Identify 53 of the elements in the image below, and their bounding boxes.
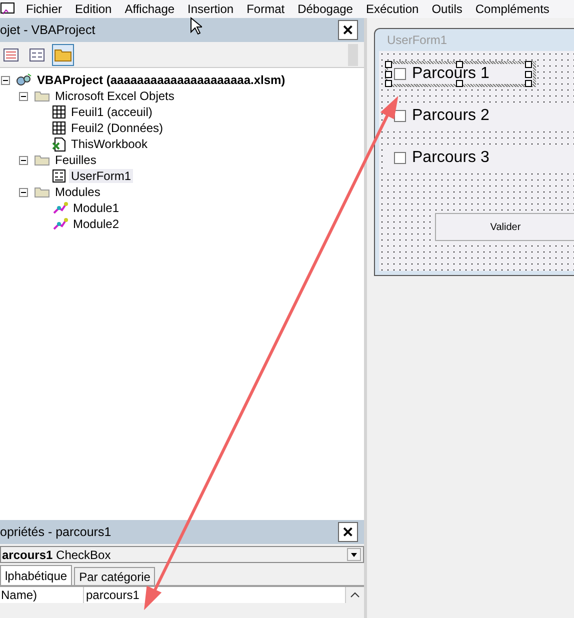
code-view-icon — [3, 48, 19, 62]
close-button[interactable]: ✕ — [338, 20, 358, 40]
tree-item[interactable]: Module1 — [71, 201, 122, 215]
valider-button[interactable]: Valider — [435, 213, 574, 241]
toolbar-grip[interactable] — [348, 44, 358, 66]
dropdown-button[interactable] — [347, 548, 361, 561]
module-icon — [52, 201, 68, 215]
form-view-icon — [29, 48, 45, 62]
menu-item[interactable]: Compléments — [473, 2, 560, 16]
tab[interactable]: Par catégorie — [74, 567, 156, 585]
tree-item[interactable]: Microsoft Excel Objets — [53, 89, 176, 103]
menu-item[interactable]: Format — [244, 2, 296, 16]
menu-item[interactable]: Fichier — [24, 2, 74, 16]
pane-title: opriétés - parcours1 — [0, 525, 112, 539]
form-title: UserForm1 — [386, 32, 448, 49]
menu-item[interactable]: Outils — [430, 2, 474, 16]
object-dropdown[interactable]: arcours1 CheckBox — [0, 546, 364, 563]
menu-item[interactable]: Affichage — [122, 2, 186, 16]
toolbar-button[interactable] — [52, 44, 74, 66]
pane-title: ojet - VBAProject — [0, 23, 96, 37]
workbook-icon — [52, 136, 66, 152]
sheet-icon — [52, 121, 66, 135]
tree-item[interactable]: ThisWorkbook — [69, 137, 150, 151]
collapse-icon[interactable] — [1, 76, 10, 84]
menu-item[interactable]: Edition — [73, 2, 123, 16]
tree-item[interactable]: Feuil2 (Données) — [69, 121, 166, 135]
collapse-icon[interactable] — [19, 156, 28, 164]
tree-item[interactable]: Modules — [53, 185, 102, 199]
menu-item[interactable]: Insertion — [186, 2, 245, 16]
folder-icon — [34, 154, 50, 166]
property-name: Name) — [0, 587, 84, 603]
module-icon — [52, 217, 68, 231]
tree-item[interactable]: Feuil1 (acceuil) — [69, 105, 154, 119]
close-button[interactable]: ✕ — [338, 522, 358, 542]
tree-item[interactable]: VBAProject (aaaaaaaaaaaaaaaaaaaaa.xlsm) — [35, 73, 288, 87]
collapse-icon[interactable] — [19, 188, 28, 196]
project-icon — [16, 73, 32, 87]
scroll-up-icon[interactable] — [346, 587, 364, 603]
folder-icon — [34, 90, 50, 102]
menu-item[interactable]: Exécution — [364, 2, 430, 16]
menu-item[interactable]: Débogage — [296, 2, 364, 16]
tab[interactable]: lphabétique — [0, 565, 72, 585]
folder-icon — [34, 186, 50, 198]
tree-item[interactable]: Module2 — [71, 217, 122, 231]
caret-icon — [351, 552, 357, 556]
collapse-icon[interactable] — [19, 92, 28, 100]
app-icon[interactable] — [0, 2, 16, 16]
tree-item[interactable]: Feuilles — [53, 153, 98, 167]
form-icon — [52, 169, 66, 183]
sheet-icon — [52, 105, 66, 119]
tree-item[interactable]: UserForm1 — [69, 169, 134, 183]
folder-icon — [54, 48, 72, 62]
checkbox[interactable]: Parcours 1 — [385, 61, 536, 87]
